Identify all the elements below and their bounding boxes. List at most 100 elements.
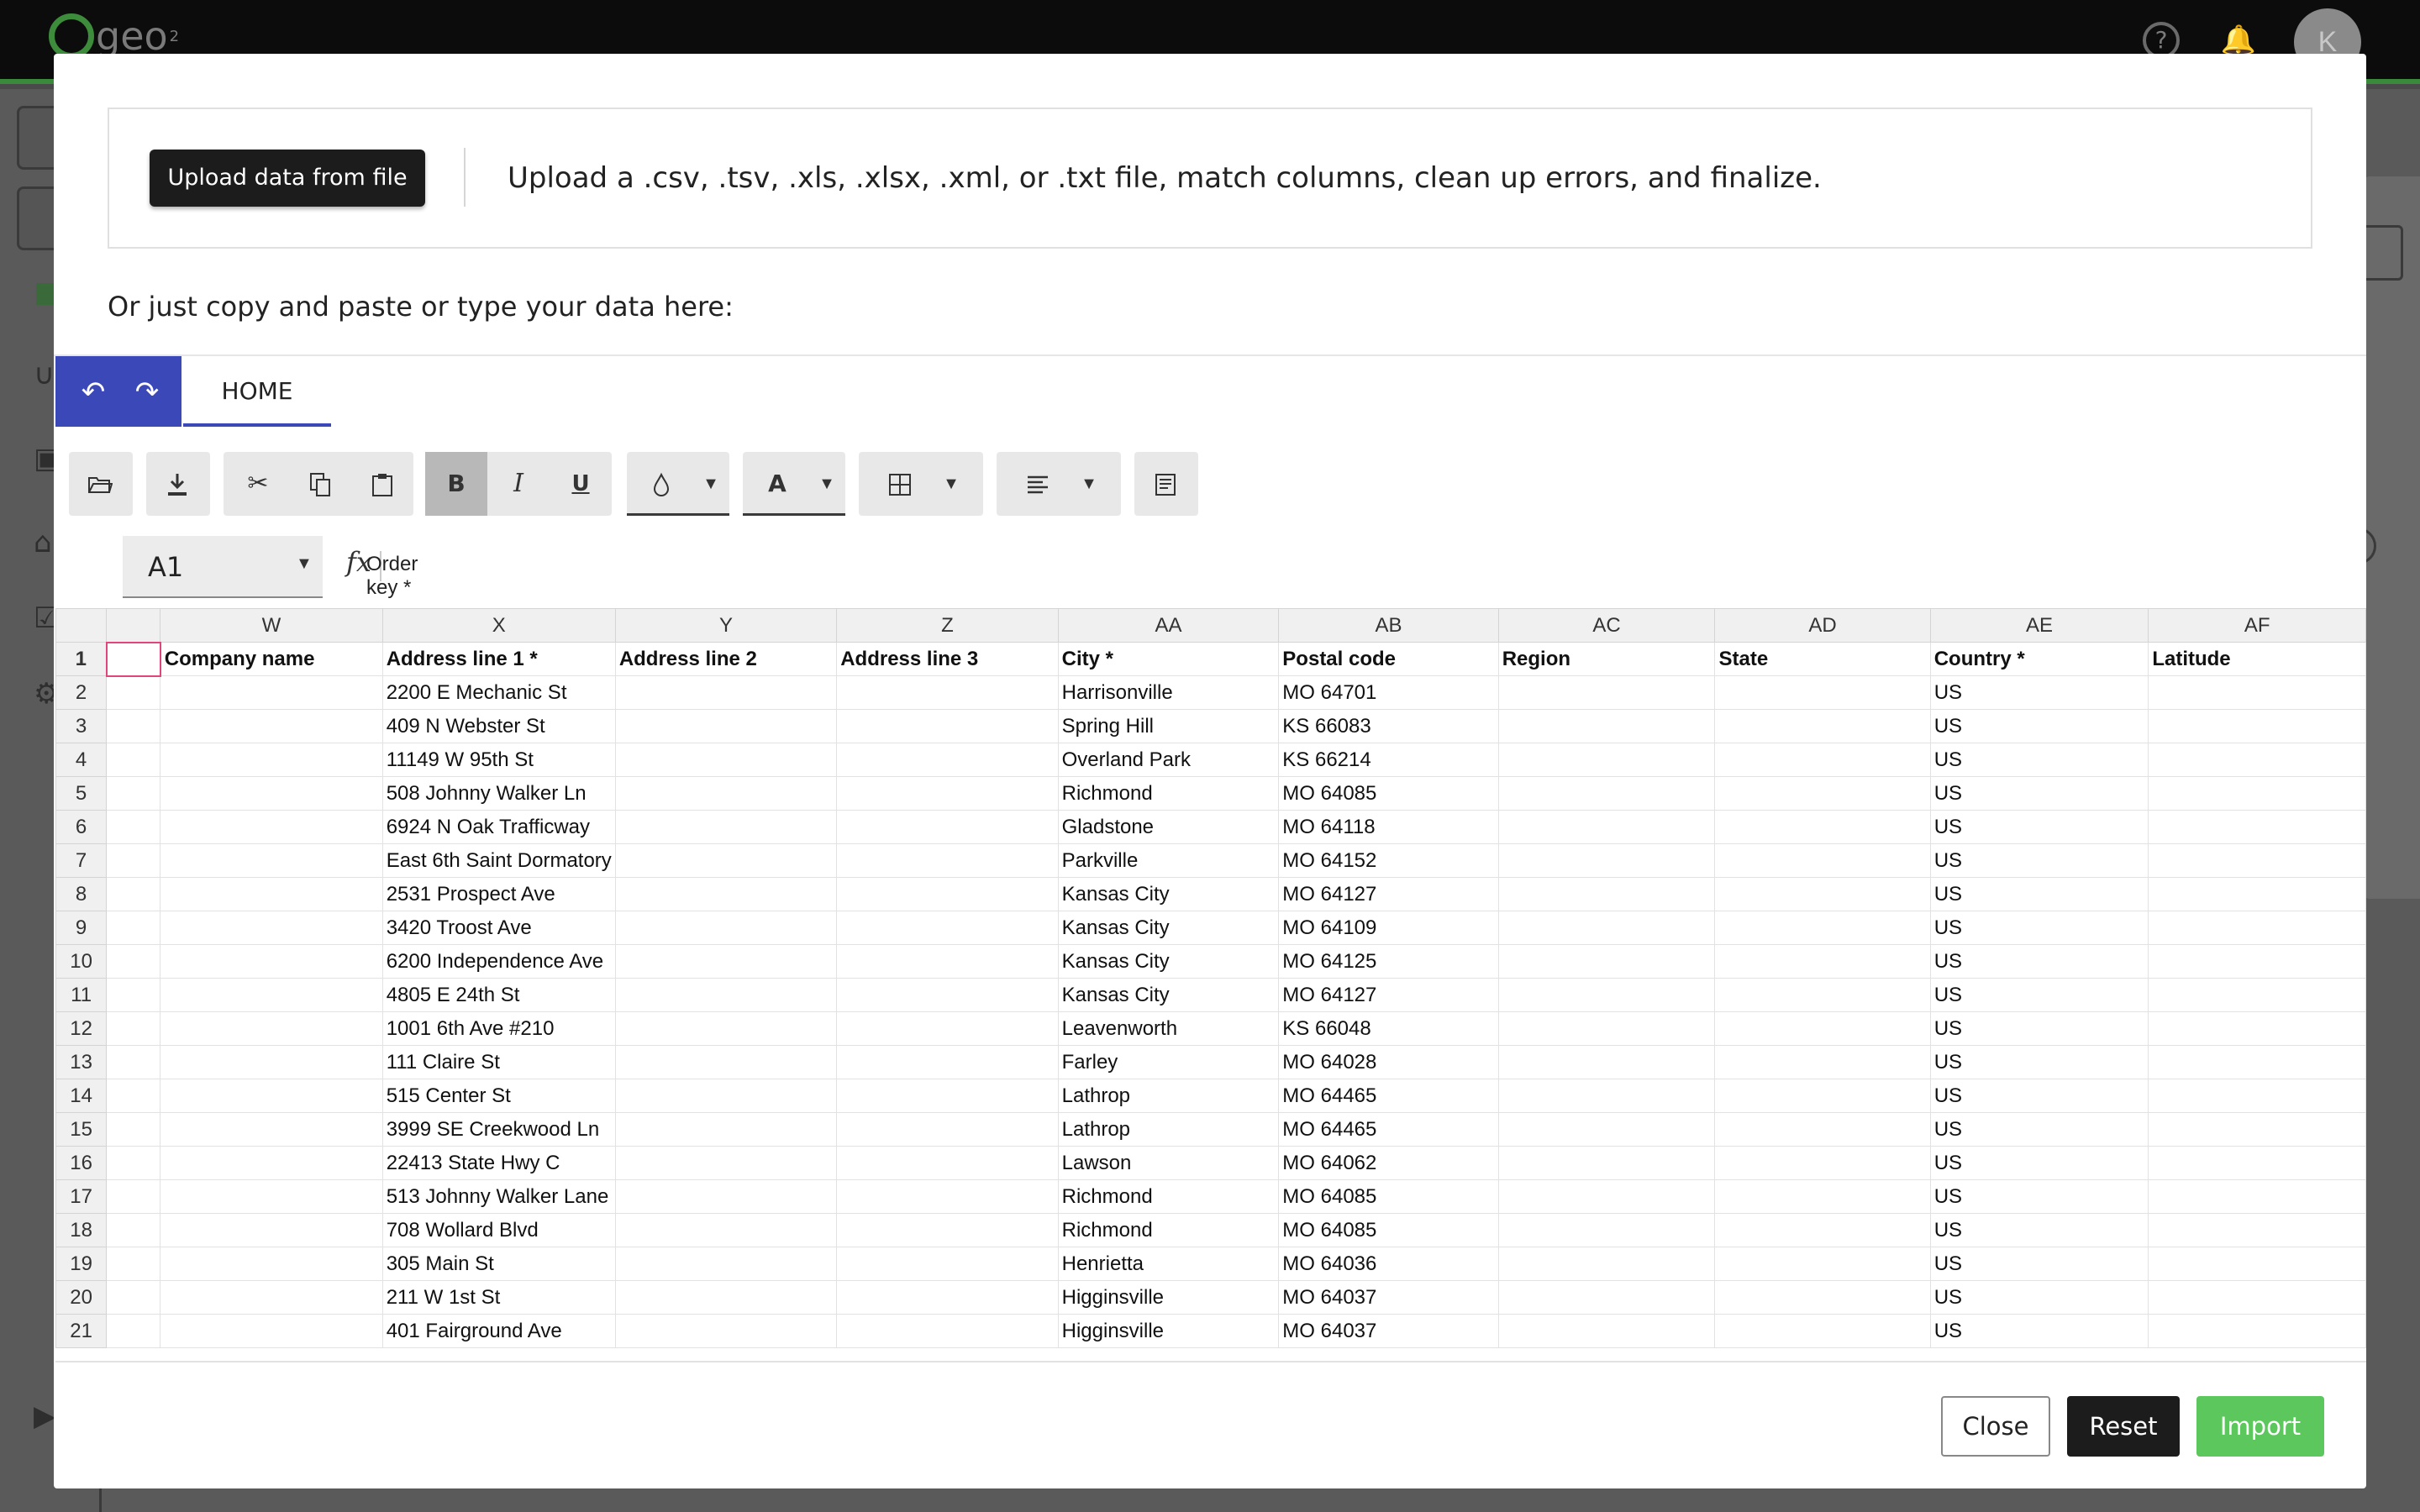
table-cell[interactable]	[160, 1179, 383, 1214]
table-cell[interactable]	[836, 1247, 1059, 1281]
table-cell[interactable]	[2148, 1146, 2366, 1180]
table-cell[interactable]	[1714, 978, 1931, 1012]
table-cell[interactable]: US	[1929, 1045, 2149, 1079]
table-cell[interactable]: 305 Main St	[381, 1247, 616, 1281]
column-header[interactable]: AE	[1929, 608, 2149, 643]
table-cell[interactable]	[1714, 1213, 1931, 1247]
table-cell[interactable]	[836, 1079, 1059, 1113]
table-cell[interactable]	[160, 810, 383, 844]
table-cell[interactable]	[1714, 675, 1931, 710]
table-cell[interactable]	[836, 1280, 1059, 1315]
table-cell[interactable]: East 6th Saint Dormatory	[381, 843, 616, 878]
row-header[interactable]: 19	[55, 1247, 108, 1281]
table-cell[interactable]	[614, 911, 838, 945]
table-cell[interactable]	[160, 1213, 383, 1247]
table-cell[interactable]: 2200 E Mechanic St	[381, 675, 616, 710]
table-cell[interactable]	[1497, 1011, 1716, 1046]
table-cell[interactable]: MO 64036	[1278, 1247, 1499, 1281]
table-cell[interactable]	[2148, 709, 2366, 743]
table-cell[interactable]: 22413 State Hwy C	[381, 1146, 616, 1180]
table-cell[interactable]: MO 64037	[1278, 1314, 1499, 1348]
row-header[interactable]: 2	[55, 675, 108, 710]
table-cell[interactable]	[1497, 1045, 1716, 1079]
table-cell[interactable]: MO 64062	[1278, 1146, 1499, 1180]
table-cell[interactable]: Higginsville	[1057, 1314, 1280, 1348]
table-cell[interactable]	[106, 810, 161, 844]
table-cell[interactable]	[160, 1112, 383, 1147]
table-cell[interactable]	[160, 911, 383, 945]
table-cell[interactable]	[836, 877, 1059, 911]
table-cell[interactable]	[1714, 1112, 1931, 1147]
table-cell[interactable]	[614, 978, 838, 1012]
table-cell[interactable]	[2148, 1011, 2366, 1046]
table-cell[interactable]	[106, 1314, 161, 1348]
table-cell[interactable]: Higginsville	[1057, 1280, 1280, 1315]
cell-reference-select[interactable]: A1 ▼	[123, 536, 323, 598]
table-cell[interactable]: US	[1929, 1179, 2149, 1214]
table-cell[interactable]: 409 N Webster St	[381, 709, 616, 743]
table-cell[interactable]: US	[1929, 1112, 2149, 1147]
table-cell[interactable]	[1714, 1079, 1931, 1113]
table-cell[interactable]	[2148, 776, 2366, 811]
table-cell[interactable]: MO 64118	[1278, 810, 1499, 844]
table-cell[interactable]	[160, 944, 383, 979]
selected-cell[interactable]	[105, 641, 161, 677]
table-cell[interactable]	[1714, 1179, 1931, 1214]
table-cell[interactable]	[106, 1179, 161, 1214]
table-cell[interactable]: MO 64127	[1278, 877, 1499, 911]
row-header[interactable]: 5	[55, 776, 108, 811]
table-cell[interactable]	[614, 1280, 838, 1315]
table-cell[interactable]: US	[1929, 1280, 2149, 1315]
column-header[interactable]: AB	[1278, 608, 1499, 643]
undo-icon[interactable]: ↶	[72, 371, 114, 413]
table-cell[interactable]: MO 64127	[1278, 978, 1499, 1012]
table-cell[interactable]: Henrietta	[1057, 1247, 1280, 1281]
align-dropdown[interactable]: ▼	[997, 452, 1121, 516]
table-cell[interactable]: 111 Claire St	[381, 1045, 616, 1079]
table-cell[interactable]	[1497, 1314, 1716, 1348]
table-cell[interactable]: 515 Center St	[381, 1079, 616, 1113]
table-cell[interactable]: Company name	[160, 642, 383, 676]
column-header[interactable]: Z	[836, 608, 1059, 643]
table-cell[interactable]: 6924 N Oak Trafficway	[381, 810, 616, 844]
row-header[interactable]: 13	[55, 1045, 108, 1079]
table-cell[interactable]: MO 64085	[1278, 1213, 1499, 1247]
table-cell[interactable]	[2148, 843, 2366, 878]
row-header[interactable]: 16	[55, 1146, 108, 1180]
table-cell[interactable]: US	[1929, 1247, 2149, 1281]
table-cell[interactable]	[1714, 810, 1931, 844]
table-cell[interactable]: Postal code	[1278, 642, 1499, 676]
table-cell[interactable]: 211 W 1st St	[381, 1280, 616, 1315]
table-cell[interactable]	[2148, 1213, 2366, 1247]
table-cell[interactable]	[106, 675, 161, 710]
table-cell[interactable]	[1497, 1280, 1716, 1315]
table-cell[interactable]	[1714, 911, 1931, 945]
table-cell[interactable]: MO 64701	[1278, 675, 1499, 710]
table-cell[interactable]: Kansas City	[1057, 877, 1280, 911]
table-cell[interactable]	[1497, 810, 1716, 844]
table-cell[interactable]: State	[1714, 642, 1931, 676]
table-cell[interactable]	[1497, 743, 1716, 777]
table-cell[interactable]	[160, 1011, 383, 1046]
sidebar-play-icon[interactable]: ▶	[34, 1399, 55, 1433]
table-cell[interactable]: MO 64028	[1278, 1045, 1499, 1079]
table-cell[interactable]	[1497, 1112, 1716, 1147]
table-cell[interactable]: Address line 2	[614, 642, 838, 676]
table-cell[interactable]: MO 64109	[1278, 911, 1499, 945]
table-cell[interactable]	[1714, 743, 1931, 777]
table-cell[interactable]	[1497, 911, 1716, 945]
table-cell[interactable]: US	[1929, 1011, 2149, 1046]
table-cell[interactable]	[1714, 877, 1931, 911]
table-cell[interactable]	[1497, 776, 1716, 811]
table-cell[interactable]	[2148, 1112, 2366, 1147]
row-header[interactable]: 10	[55, 944, 108, 979]
table-cell[interactable]: 2531 Prospect Ave	[381, 877, 616, 911]
table-cell[interactable]	[106, 1213, 161, 1247]
table-cell[interactable]	[160, 675, 383, 710]
table-cell[interactable]: 3999 SE Creekwood Ln	[381, 1112, 616, 1147]
sidebar-home-icon[interactable]: ⌂	[34, 526, 52, 559]
table-cell[interactable]: US	[1929, 810, 2149, 844]
table-cell[interactable]: KS 66048	[1278, 1011, 1499, 1046]
table-cell[interactable]	[160, 1247, 383, 1281]
table-cell[interactable]	[106, 944, 161, 979]
